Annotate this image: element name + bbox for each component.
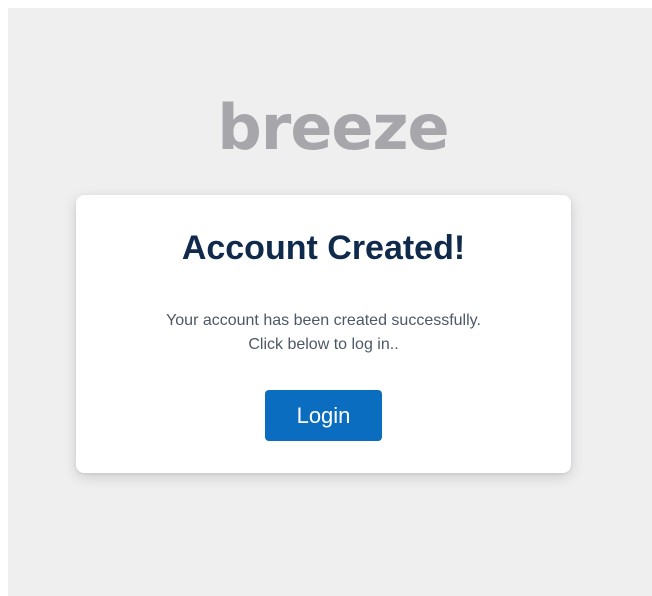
login-button[interactable]: Login xyxy=(265,390,382,441)
logo-text: breeze xyxy=(217,91,449,164)
message-line-1: Your account has been created successful… xyxy=(166,312,481,329)
breeze-logo: breeze xyxy=(217,91,449,164)
card-title: Account Created! xyxy=(181,229,466,267)
card-message: Your account has been created successful… xyxy=(76,309,571,357)
message-line-2: Click below to log in.. xyxy=(248,336,399,353)
account-created-card: Account Created! Your account has been c… xyxy=(76,195,571,473)
